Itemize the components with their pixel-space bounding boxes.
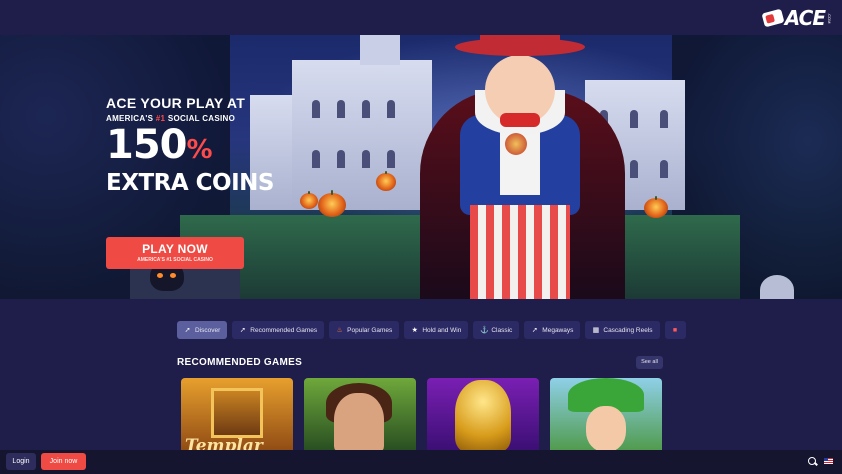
top-bar: ACE .COM [0, 0, 842, 35]
rocket-icon: ➚ [531, 326, 538, 334]
us-flag-icon[interactable] [824, 458, 833, 464]
logo-sub: .COM [827, 12, 832, 24]
templar-helmet-art [211, 388, 263, 438]
bottom-bar: Login Join now [0, 450, 842, 474]
pumpkin-icon [318, 190, 346, 217]
rocket-icon: ➚ [239, 326, 246, 334]
uncle-sam-vampire-mascot [415, 35, 630, 299]
search-icon[interactable] [808, 457, 816, 465]
game-card[interactable] [427, 378, 539, 452]
tab-hold-and-win[interactable]: ★ Hold and Win [404, 321, 469, 339]
login-button[interactable]: Login [6, 453, 36, 470]
ghost-icon [760, 275, 794, 299]
hero-line1: ACE YOUR PLAY AT [106, 95, 246, 111]
hero-banner[interactable]: ACE YOUR PLAY AT AMERICA'S #1 SOCIAL CAS… [0, 35, 842, 299]
pumpkin-icon [376, 170, 396, 191]
category-tabs: ➚ Discover ➚ Recommended Games ♨ Popular… [177, 321, 686, 339]
ace-logo[interactable]: ACE .COM [761, 6, 832, 30]
golden-buddha-art [455, 380, 511, 452]
game-card[interactable]: Templar [181, 378, 293, 452]
pumpkin-icon [300, 191, 318, 209]
see-all-button[interactable]: See all [636, 356, 663, 369]
play-now-label: PLAY NOW [142, 242, 208, 256]
hero-headline: ACE YOUR PLAY AT AMERICA'S #1 SOCIAL CAS… [106, 95, 274, 269]
gift-icon: ■ [672, 326, 678, 334]
star-icon: ★ [411, 326, 418, 334]
play-now-sublabel: AMERICA'S #1 SOCIAL CASINO [137, 257, 213, 263]
section-title: RECOMMENDED GAMES [177, 357, 303, 368]
games-row: Templar [181, 378, 662, 452]
logo-text: ACE [784, 6, 826, 30]
hero-amount: 150% [106, 122, 213, 168]
pumpkin-icon [644, 195, 668, 218]
jester-face-art [586, 406, 626, 452]
tab-more[interactable]: ■ [664, 321, 686, 339]
tab-cascading-reels[interactable]: ▦ Cascading Reels [585, 321, 660, 339]
tab-megaways[interactable]: ➚ Megaways [524, 321, 581, 339]
tab-recommended-games[interactable]: ➚ Recommended Games [232, 321, 325, 339]
grid-icon: ▦ [592, 326, 600, 334]
anchor-icon: ⚓ [480, 326, 490, 334]
game-card[interactable] [304, 378, 416, 452]
play-now-button[interactable]: PLAY NOW AMERICA'S #1 SOCIAL CASINO [106, 237, 244, 269]
tab-popular-games[interactable]: ♨ Popular Games [329, 321, 400, 339]
logo-card-icon [761, 8, 785, 28]
mansion-tower [360, 35, 400, 65]
mansion-main [292, 60, 432, 210]
tab-discover[interactable]: ➚ Discover [177, 321, 228, 339]
hero-line4: EXTRA COINS [106, 170, 274, 196]
join-now-button[interactable]: Join now [41, 453, 86, 470]
game-card[interactable] [550, 378, 662, 452]
tab-classic[interactable]: ⚓ Classic [473, 321, 520, 339]
fire-icon: ♨ [336, 326, 343, 334]
rocket-icon: ➚ [184, 326, 191, 334]
heroine-face-art [334, 393, 384, 452]
